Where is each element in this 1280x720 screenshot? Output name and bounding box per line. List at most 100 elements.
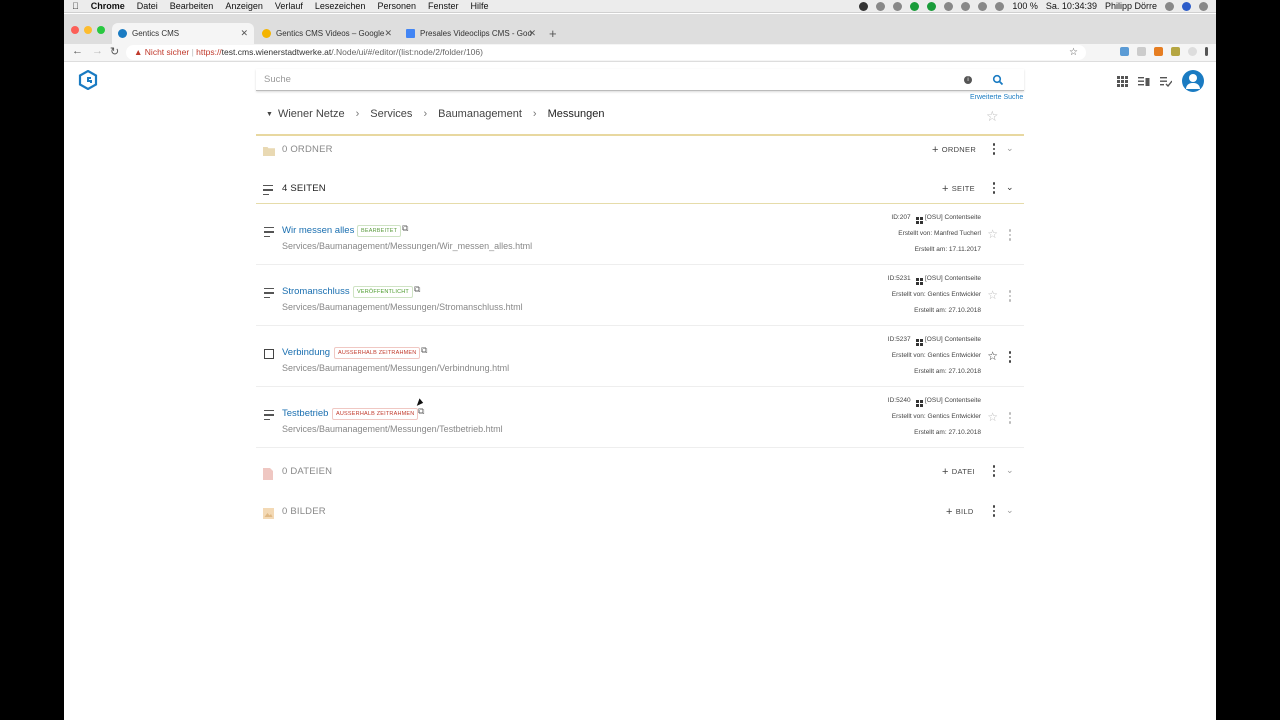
select-checkbox[interactable] (264, 349, 274, 359)
menu-hilfe[interactable]: Hilfe (470, 0, 488, 13)
external-link-icon[interactable]: ⧉ (421, 345, 427, 356)
close-tab-icon[interactable]: ✕ (384, 23, 392, 44)
spotlight-icon[interactable] (1165, 2, 1174, 11)
breadcrumb-item-services[interactable]: Services (370, 108, 412, 120)
battery-percent[interactable]: 100 % (1012, 0, 1038, 13)
add-file-button[interactable]: + DATEI (942, 466, 975, 478)
minimize-window-button[interactable] (84, 26, 92, 34)
menu-anzeigen[interactable]: Anzeigen (225, 0, 263, 13)
record-icon[interactable] (859, 2, 869, 11)
row-more-icon[interactable] (1008, 350, 1012, 364)
airplay-icon[interactable] (978, 2, 988, 11)
images-more-icon[interactable] (992, 504, 996, 518)
new-tab-icon[interactable]: + (549, 26, 557, 41)
gentics-logo[interactable] (78, 70, 98, 90)
row-more-icon[interactable] (1008, 411, 1012, 425)
page-title-link[interactable]: Verbindung (282, 347, 330, 358)
menu-verlauf[interactable]: Verlauf (275, 0, 303, 13)
rss-icon[interactable] (1137, 47, 1146, 56)
template-icon (916, 339, 923, 346)
chevron-down-icon[interactable]: ⌄ (1006, 465, 1014, 476)
app-status-icon[interactable] (927, 2, 937, 11)
star-icon[interactable]: ☆ (987, 288, 998, 302)
menu-fenster[interactable]: Fenster (428, 0, 459, 13)
close-tab-icon[interactable]: ✕ (528, 23, 536, 44)
chevron-down-icon[interactable]: ⌄ (1006, 182, 1014, 193)
time-machine-icon[interactable] (944, 2, 954, 11)
files-more-icon[interactable] (992, 464, 996, 478)
page-row[interactable]: Stromanschluss VERÖFFENTLICHT ⧉ Services… (256, 266, 1024, 326)
star-icon[interactable]: ☆ (987, 227, 998, 241)
forward-icon[interactable]: → (92, 45, 103, 57)
caret-down-icon[interactable]: ▼ (266, 111, 273, 118)
user-avatar[interactable] (1182, 70, 1204, 92)
files-section-title[interactable]: 0 DATEIEN (282, 466, 332, 477)
notification-center-icon[interactable] (1199, 2, 1208, 11)
page-row[interactable]: Wir messen alles BEARBEITET ⧉ Services/B… (256, 205, 1024, 265)
check-icon[interactable] (910, 2, 920, 11)
back-icon[interactable]: ← (72, 45, 83, 57)
extension-icon[interactable] (1154, 47, 1163, 56)
advanced-search-link[interactable]: Erweiterte Suche (970, 94, 1023, 101)
dropbox-icon[interactable] (876, 2, 886, 11)
external-link-icon[interactable]: ⧉ (414, 284, 420, 295)
add-page-button[interactable]: + SEITE (942, 183, 975, 195)
apps-grid-icon[interactable] (1117, 75, 1128, 87)
tab-gentics-videos[interactable]: Gentics CMS Videos – Google ✕ (256, 23, 398, 44)
menu-datei[interactable]: Datei (137, 0, 158, 13)
reload-icon[interactable]: ↻ (110, 45, 119, 58)
user-name[interactable]: Philipp Dörre (1105, 0, 1157, 13)
siri-icon[interactable] (1182, 2, 1191, 11)
tab-presales-videoclips[interactable]: Presales Videoclips CMS - Goo ✕ (400, 23, 542, 44)
apple-icon[interactable]:  (72, 0, 79, 13)
menu-lesezeichen[interactable]: Lesezeichen (315, 0, 366, 13)
search-icon[interactable] (992, 74, 1004, 86)
favourite-star-icon[interactable]: ☆ (986, 108, 999, 125)
bookmark-star-icon[interactable]: ☆ (1069, 45, 1078, 60)
volume-icon[interactable] (995, 2, 1005, 11)
add-image-button[interactable]: + BILD (946, 506, 974, 518)
folders-more-icon[interactable] (992, 142, 996, 156)
address-bar[interactable]: ▲ Nicht sicher | https://test.cms.wiener… (126, 45, 1086, 60)
wifi-icon[interactable] (961, 2, 971, 11)
breadcrumb-item-baumanagement[interactable]: Baumanagement (438, 108, 522, 120)
page-row[interactable]: Testbetrieb AUSSERHALB ZEITRAHMEN ⧉ Serv… (256, 388, 1024, 448)
page-title-link[interactable]: Testbetrieb (282, 408, 328, 419)
chrome-menu-icon[interactable] (1205, 47, 1208, 56)
add-folder-button[interactable]: + ORDNER (932, 144, 976, 156)
chevron-down-icon[interactable]: ⌄ (1006, 143, 1014, 154)
pages-section-title[interactable]: 4 SEITEN (282, 183, 326, 194)
menu-bearbeiten[interactable]: Bearbeiten (170, 0, 214, 13)
info-icon[interactable]: i (964, 76, 972, 84)
search-input[interactable]: Suche (264, 74, 291, 85)
tab-gentics-cms[interactable]: Gentics CMS ✕ (112, 23, 254, 44)
search-bar[interactable]: Suche i (256, 69, 1024, 91)
external-link-icon[interactable]: ⧉ (402, 223, 408, 234)
breadcrumb-item-messungen[interactable]: Messungen (548, 108, 605, 120)
close-window-button[interactable] (71, 26, 79, 34)
row-more-icon[interactable] (1008, 228, 1012, 242)
pages-more-icon[interactable] (992, 181, 996, 195)
moon-icon[interactable] (893, 2, 903, 11)
page-row[interactable]: Verbindung AUSSERHALB ZEITRAHMEN ⧉ Servi… (256, 327, 1024, 387)
page-title-link[interactable]: Stromanschluss (282, 286, 350, 297)
images-section-title[interactable]: 0 BILDER (282, 506, 326, 517)
wastebin-icon[interactable] (1138, 76, 1150, 87)
profile-icon[interactable] (1188, 47, 1197, 56)
row-more-icon[interactable] (1008, 289, 1012, 303)
security-warning[interactable]: Nicht sicher (145, 47, 189, 57)
clock[interactable]: Sa. 10:34:39 (1046, 0, 1097, 13)
chevron-down-icon[interactable]: ⌄ (1006, 505, 1014, 516)
extension-icon[interactable] (1120, 47, 1129, 56)
star-icon[interactable]: ☆ (987, 349, 998, 363)
menu-chrome[interactable]: Chrome (91, 0, 125, 13)
maximize-window-button[interactable] (97, 26, 105, 34)
page-title-link[interactable]: Wir messen alles (282, 225, 354, 236)
star-icon[interactable]: ☆ (987, 410, 998, 424)
breadcrumb-item-wiener-netze[interactable]: Wiener Netze (278, 108, 345, 120)
close-tab-icon[interactable]: ✕ (240, 23, 248, 44)
folders-section-title[interactable]: 0 ORDNER (282, 144, 333, 155)
extension-icon[interactable] (1171, 47, 1180, 56)
task-list-icon[interactable] (1160, 76, 1172, 87)
menu-personen[interactable]: Personen (377, 0, 416, 13)
